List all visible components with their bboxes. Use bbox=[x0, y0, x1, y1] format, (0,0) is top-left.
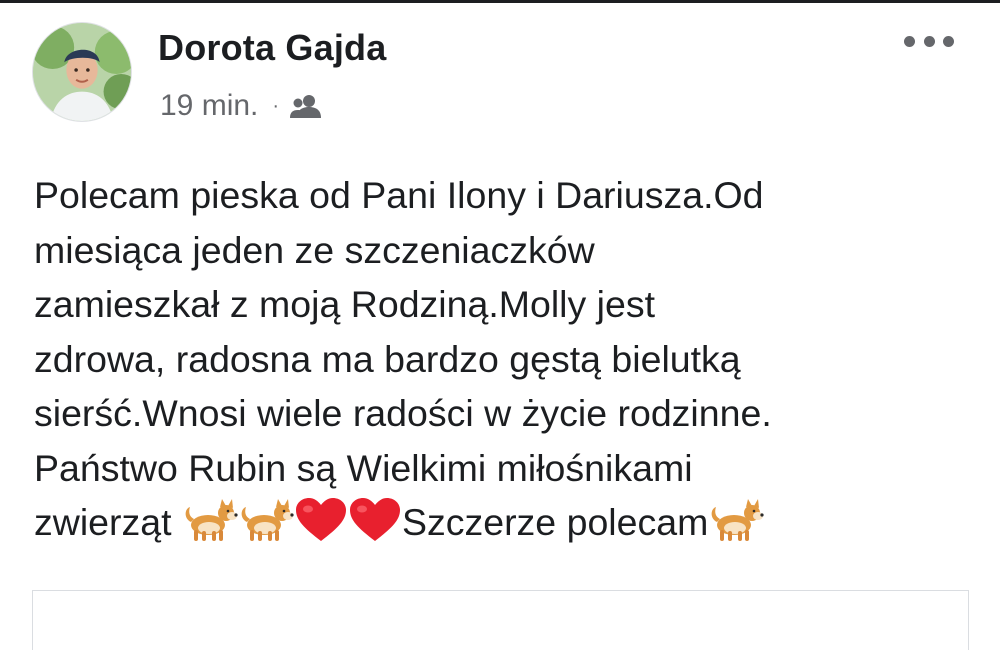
meta-separator: · bbox=[272, 95, 280, 117]
author-name[interactable]: Dorota Gajda bbox=[158, 24, 386, 72]
red-heart-emoji bbox=[294, 497, 348, 543]
post-line: miesiąca jeden ze szczeniaczków bbox=[34, 228, 595, 271]
post-line: zamieszkał z moją Rodziną.Molly jest bbox=[34, 283, 656, 325]
avatar-photo bbox=[33, 23, 131, 121]
red-heart-emoji bbox=[348, 497, 402, 543]
dog-emoji bbox=[708, 497, 764, 543]
post-line-segment: zwierząt bbox=[34, 501, 182, 543]
post-meta: 19 min. · bbox=[160, 86, 323, 126]
top-divider bbox=[0, 0, 1000, 3]
more-dot bbox=[943, 35, 954, 47]
more-dot bbox=[923, 35, 935, 47]
post-line: sierść.Wnosi wiele radości w życie rodzi… bbox=[34, 392, 772, 434]
post-line-last: zwierząt Szczerze polecam bbox=[34, 495, 974, 550]
dog-emoji bbox=[182, 497, 238, 543]
attachment-preview[interactable] bbox=[32, 590, 969, 650]
author-avatar[interactable] bbox=[32, 22, 132, 122]
post-line-segment: Szczerze polecam bbox=[401, 501, 709, 543]
dog-emoji bbox=[238, 497, 294, 543]
post-timestamp[interactable]: 19 min. bbox=[160, 86, 258, 126]
post-line: zdrowa, radosna ma bardzo gęstą bielutką bbox=[34, 337, 741, 380]
more-dot bbox=[904, 35, 915, 47]
post-line: Państwo Rubin są Wielkimi miłośnikami bbox=[34, 446, 693, 489]
more-options-icon[interactable] bbox=[904, 26, 954, 56]
friends-icon[interactable] bbox=[289, 93, 323, 119]
post-line: Polecam pieska od Pani Ilony i Dariusza.… bbox=[34, 174, 764, 216]
post-text: Polecam pieska od Pani Ilony i Dariusza.… bbox=[34, 168, 974, 550]
